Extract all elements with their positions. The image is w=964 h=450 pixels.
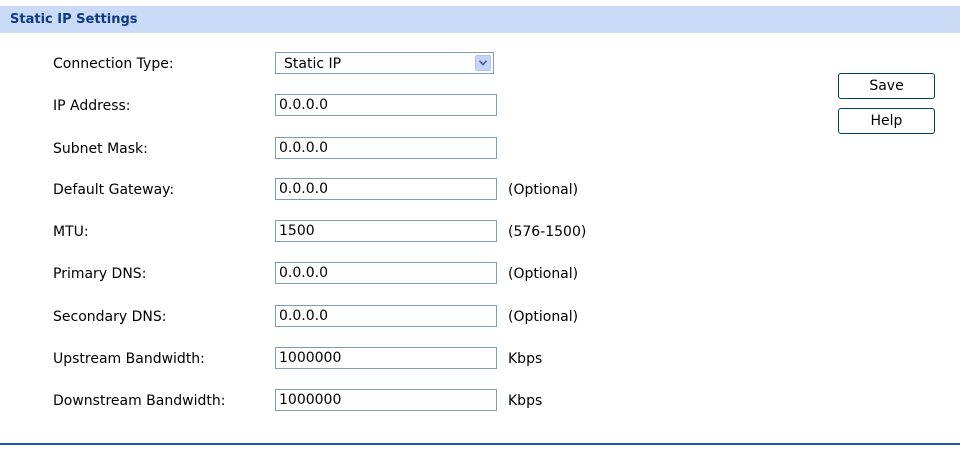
connection-type-value: Static IP	[284, 56, 342, 72]
default-gateway-row: Default Gateway: (Optional)	[0, 178, 700, 202]
footer-divider	[0, 443, 960, 445]
ip-address-input[interactable]	[275, 94, 497, 116]
subnet-mask-row: Subnet Mask:	[0, 137, 700, 161]
subnet-mask-label: Subnet Mask:	[53, 141, 148, 157]
ip-address-label: IP Address:	[53, 98, 131, 114]
downstream-bandwidth-label: Downstream Bandwidth:	[53, 393, 226, 409]
mtu-label: MTU:	[53, 224, 89, 240]
default-gateway-hint: (Optional)	[508, 182, 579, 198]
chevron-down-icon[interactable]	[475, 55, 491, 71]
connection-type-label: Connection Type:	[53, 56, 174, 72]
mtu-input[interactable]	[275, 220, 497, 242]
ip-address-row: IP Address:	[0, 94, 700, 118]
upstream-bandwidth-unit: Kbps	[508, 351, 543, 367]
secondary-dns-hint: (Optional)	[508, 309, 579, 325]
secondary-dns-row: Secondary DNS: (Optional)	[0, 305, 700, 329]
default-gateway-label: Default Gateway:	[53, 182, 175, 198]
save-button[interactable]: Save	[838, 73, 935, 99]
subnet-mask-input[interactable]	[275, 137, 497, 159]
section-title: Static IP Settings	[10, 12, 138, 27]
primary-dns-input[interactable]	[275, 262, 497, 284]
secondary-dns-input[interactable]	[275, 305, 497, 327]
primary-dns-row: Primary DNS: (Optional)	[0, 262, 700, 286]
downstream-bandwidth-input[interactable]	[275, 389, 497, 411]
mtu-row: MTU: (576-1500)	[0, 220, 700, 244]
upstream-bandwidth-input[interactable]	[275, 347, 497, 369]
connection-type-select[interactable]: Static IP	[275, 52, 494, 74]
mtu-range-hint: (576-1500)	[508, 224, 587, 240]
help-button[interactable]: Help	[838, 108, 935, 134]
primary-dns-hint: (Optional)	[508, 266, 579, 282]
primary-dns-label: Primary DNS:	[53, 266, 147, 282]
downstream-bandwidth-row: Downstream Bandwidth: Kbps	[0, 389, 700, 413]
section-header: Static IP Settings	[0, 6, 960, 33]
secondary-dns-label: Secondary DNS:	[53, 309, 167, 325]
upstream-bandwidth-row: Upstream Bandwidth: Kbps	[0, 347, 700, 371]
upstream-bandwidth-label: Upstream Bandwidth:	[53, 351, 205, 367]
downstream-bandwidth-unit: Kbps	[508, 393, 543, 409]
connection-type-row: Connection Type: Static IP	[0, 52, 700, 76]
default-gateway-input[interactable]	[275, 178, 497, 200]
